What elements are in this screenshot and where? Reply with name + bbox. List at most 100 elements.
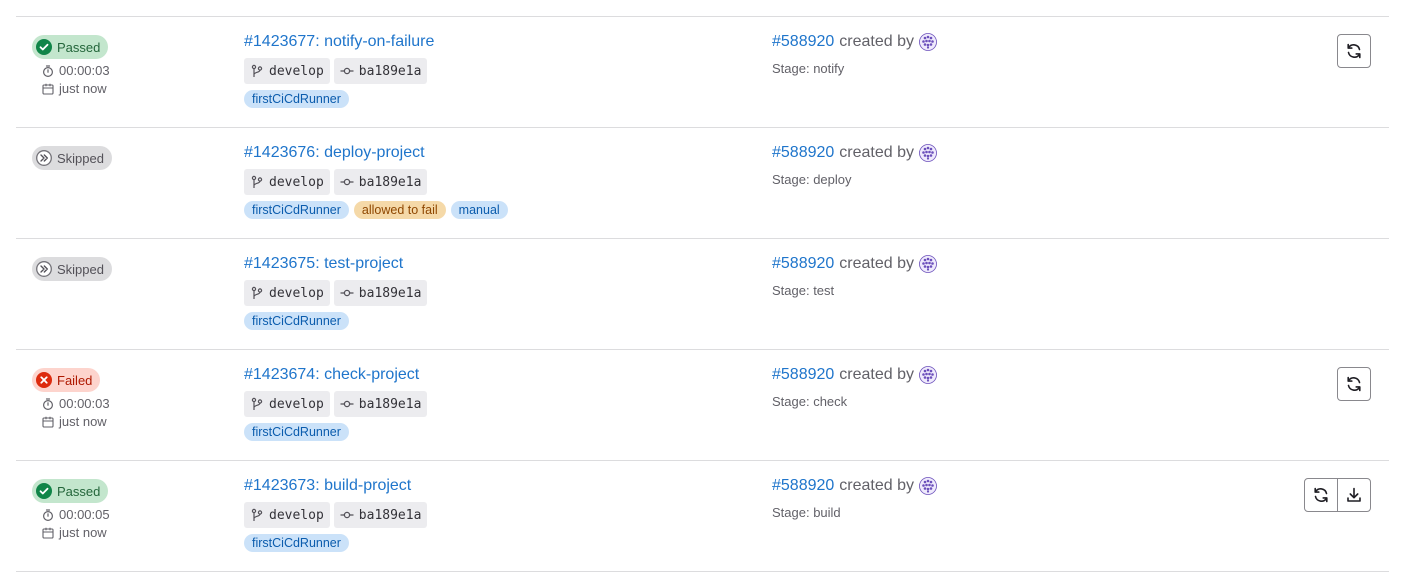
branch-name: develop	[269, 396, 324, 412]
commit-chip[interactable]: ba189e1a	[333, 391, 428, 417]
status-badge[interactable]: Skipped	[32, 146, 112, 170]
retry-button[interactable]	[1304, 478, 1338, 512]
job-link[interactable]: #1423673: build-project	[244, 475, 411, 497]
status-label: Skipped	[57, 150, 104, 166]
commit-icon	[340, 64, 354, 78]
status-passed-icon	[36, 483, 52, 499]
job-tag: firstCiCdRunner	[244, 423, 349, 441]
pipeline-link[interactable]: #588920	[772, 475, 834, 497]
commit-sha: ba189e1a	[358, 507, 422, 523]
pipeline-link[interactable]: #588920	[772, 253, 834, 275]
status-badge[interactable]: Skipped	[32, 257, 112, 281]
status-cell: Passed 00:00:03 just now	[32, 35, 110, 96]
tag-row: firstCiCdRunner	[244, 423, 427, 441]
avatar[interactable]	[919, 255, 937, 273]
job-link[interactable]: #1423677: notify-on-failure	[244, 31, 434, 53]
calendar-icon	[42, 527, 54, 539]
branch-chip[interactable]: develop	[244, 58, 330, 84]
status-label: Passed	[57, 39, 101, 55]
row-actions	[1337, 34, 1371, 68]
branch-icon	[250, 397, 264, 411]
tag-row: firstCiCdRunner	[244, 312, 427, 330]
retry-icon	[1345, 42, 1363, 60]
pipeline-cell: #588920 created by Stage: notify	[772, 31, 937, 76]
commit-chip[interactable]: ba189e1a	[333, 280, 428, 306]
status-badge[interactable]: Passed	[32, 35, 109, 59]
status-cell: Passed 00:00:05 just now	[32, 479, 110, 540]
created-by-label: created by	[839, 477, 915, 494]
duration-value: 00:00:03	[59, 396, 110, 411]
status-badge[interactable]: Passed	[32, 479, 109, 503]
pipeline-line: #588920 created by	[772, 253, 937, 275]
status-label: Skipped	[57, 261, 104, 277]
branch-name: develop	[269, 507, 324, 523]
avatar[interactable]	[919, 144, 937, 162]
branch-chip[interactable]: develop	[244, 502, 330, 528]
tag-row: firstCiCdRunner	[244, 90, 434, 108]
pipeline-line: #588920 created by	[772, 364, 937, 386]
branch-chip[interactable]: develop	[244, 169, 330, 195]
job-tag: firstCiCdRunner	[244, 534, 349, 552]
job-link[interactable]: #1423675: test-project	[244, 253, 403, 275]
status-label: Passed	[57, 483, 101, 499]
branch-chip[interactable]: develop	[244, 280, 330, 306]
job-tag: manual	[450, 201, 508, 219]
pipeline-line: #588920 created by	[772, 31, 937, 53]
retry-button[interactable]	[1337, 34, 1371, 68]
created-by-label: created by	[839, 255, 915, 272]
commit-icon	[340, 508, 354, 522]
avatar[interactable]	[919, 33, 937, 51]
status-skipped-icon	[36, 150, 52, 166]
finished-value: just now	[59, 414, 107, 429]
calendar-icon	[42, 83, 54, 95]
status-cell: Skipped	[32, 257, 112, 281]
ref-row: develop ba189e1a	[244, 169, 508, 195]
timer-icon	[42, 64, 54, 77]
table-row: Passed 00:00:05 just now #1423673: build-pr…	[16, 461, 1389, 572]
finished-time: just now	[32, 414, 110, 429]
finished-time: just now	[32, 81, 110, 96]
download-artifacts-button[interactable]	[1337, 478, 1371, 512]
branch-chip[interactable]: develop	[244, 391, 330, 417]
status-failed-icon	[36, 372, 52, 388]
commit-sha: ba189e1a	[358, 174, 422, 190]
branch-icon	[250, 175, 264, 189]
status-passed-icon	[36, 39, 52, 55]
avatar[interactable]	[919, 366, 937, 384]
pipeline-link[interactable]: #588920	[772, 31, 834, 53]
created-by-label: created by	[839, 366, 915, 383]
finished-time: just now	[32, 525, 110, 540]
commit-icon	[340, 175, 354, 189]
pipeline-link[interactable]: #588920	[772, 364, 834, 386]
branch-name: develop	[269, 174, 324, 190]
commit-sha: ba189e1a	[358, 63, 422, 79]
table-row: Skipped #1423675: test-project develop ba18…	[16, 239, 1389, 350]
branch-icon	[250, 286, 264, 300]
pipeline-cell: #588920 created by Stage: test	[772, 253, 937, 298]
pipeline-link[interactable]: #588920	[772, 142, 834, 164]
pipeline-line: #588920 created by	[772, 142, 937, 164]
job-cell: #1423674: check-project develop ba189e1a fi…	[244, 364, 428, 441]
job-tag: firstCiCdRunner	[244, 201, 349, 219]
retry-button[interactable]	[1337, 367, 1371, 401]
branch-icon	[250, 64, 264, 78]
job-link[interactable]: #1423676: deploy-project	[244, 142, 425, 164]
tag-row: firstCiCdRunner allowed to fail manual	[244, 201, 508, 219]
commit-chip[interactable]: ba189e1a	[333, 169, 428, 195]
job-link[interactable]: #1423674: check-project	[244, 364, 419, 386]
commit-chip[interactable]: ba189e1a	[333, 58, 428, 84]
status-label: Failed	[57, 372, 93, 388]
commit-chip[interactable]: ba189e1a	[333, 502, 428, 528]
finished-value: just now	[59, 81, 107, 96]
job-cell: #1423676: deploy-project develop ba189e1a f…	[244, 142, 508, 219]
stage-label: Stage: deploy	[772, 172, 852, 187]
status-badge[interactable]: Failed	[32, 368, 101, 392]
avatar[interactable]	[919, 477, 937, 495]
stage-label: Stage: notify	[772, 61, 845, 76]
duration-value: 00:00:05	[59, 507, 110, 522]
table-row: Failed 00:00:03 just now #1423674: check-pr…	[16, 350, 1389, 461]
pipeline-cell: #588920 created by Stage: build	[772, 475, 937, 520]
stage-label: Stage: check	[772, 394, 848, 409]
branch-name: develop	[269, 285, 324, 301]
timer-icon	[42, 508, 54, 521]
